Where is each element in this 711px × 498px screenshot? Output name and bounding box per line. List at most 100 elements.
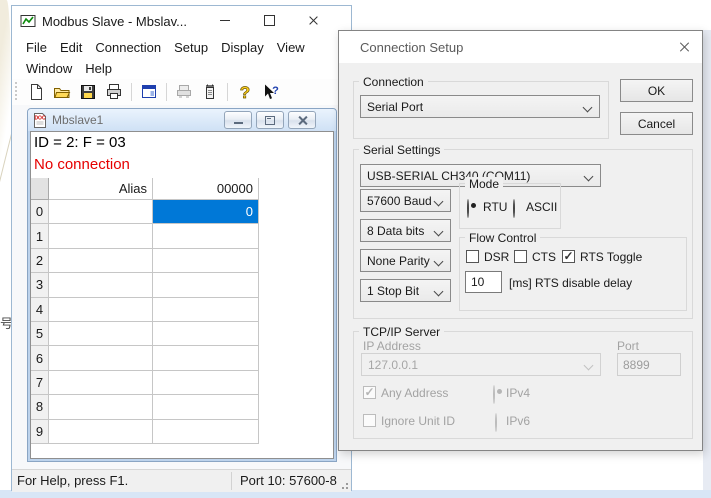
dsr-checkbox-label[interactable]: DSR bbox=[484, 250, 509, 264]
new-document-icon[interactable] bbox=[25, 82, 47, 102]
row-header: 4 bbox=[31, 298, 49, 322]
save-icon[interactable] bbox=[77, 82, 99, 102]
cts-checkbox-label[interactable]: CTS bbox=[532, 250, 556, 264]
ascii-radio[interactable] bbox=[513, 199, 515, 218]
value-cell[interactable] bbox=[153, 420, 259, 444]
svg-text:?: ? bbox=[272, 85, 279, 97]
close-icon bbox=[298, 116, 307, 125]
cts-checkbox[interactable] bbox=[514, 250, 527, 263]
value-cell[interactable] bbox=[153, 273, 259, 297]
alias-cell[interactable] bbox=[49, 322, 153, 346]
connection-group-label: Connection bbox=[359, 75, 428, 89]
menu-item-setup[interactable]: Setup bbox=[174, 40, 208, 55]
print-icon[interactable] bbox=[103, 82, 125, 102]
menu-item-help[interactable]: Help bbox=[85, 61, 112, 76]
chevron-down-icon bbox=[584, 361, 594, 371]
menu-item-connection[interactable]: Connection bbox=[95, 40, 161, 55]
value-cell[interactable] bbox=[153, 322, 259, 346]
parity-combo[interactable]: None Parity bbox=[360, 249, 451, 272]
poll-definition-icon bbox=[173, 82, 195, 102]
menu-item-window[interactable]: Window bbox=[26, 61, 72, 76]
value-cell[interactable] bbox=[153, 224, 259, 248]
table-row: 9 bbox=[31, 420, 333, 444]
value-cell[interactable] bbox=[153, 371, 259, 395]
menu-item-display[interactable]: Display bbox=[221, 40, 264, 55]
value-cell[interactable] bbox=[153, 346, 259, 370]
value-cell-selected[interactable]: 0 bbox=[153, 200, 259, 224]
alias-cell[interactable] bbox=[49, 200, 153, 224]
alias-cell[interactable] bbox=[49, 298, 153, 322]
alias-cell[interactable] bbox=[49, 395, 153, 419]
value-cell[interactable] bbox=[153, 298, 259, 322]
doc-close-button[interactable] bbox=[288, 111, 316, 129]
register-grid: Alias 00000 00123456789 bbox=[31, 178, 333, 444]
status-bar: For Help, press F1. Port 10: 57600-8 bbox=[12, 469, 351, 492]
row-header: 0 bbox=[31, 200, 49, 224]
display-setup-icon[interactable] bbox=[138, 82, 160, 102]
status-port-text: Port 10: 57600-8 bbox=[240, 473, 340, 488]
close-icon bbox=[308, 15, 319, 26]
close-button[interactable] bbox=[296, 6, 330, 34]
table-row: 5 bbox=[31, 322, 333, 346]
data-bits-combo[interactable]: 8 Data bits bbox=[360, 219, 451, 242]
status-divider bbox=[231, 472, 232, 490]
slave-id-function-text: ID = 2: F = 03 bbox=[34, 134, 126, 151]
doc-minimize-button[interactable] bbox=[224, 111, 252, 129]
minimize-button[interactable] bbox=[208, 6, 242, 34]
stop-bits-combo[interactable]: 1 Stop Bit bbox=[360, 279, 451, 302]
doc-titlebar[interactable]: DOC Mbslave1 bbox=[28, 109, 336, 131]
desktop-right-strip bbox=[703, 30, 711, 490]
alias-cell[interactable] bbox=[49, 224, 153, 248]
ignore-unit-id-label: Ignore Unit ID bbox=[381, 414, 455, 428]
maximize-button[interactable] bbox=[252, 6, 286, 34]
connection-type-combo[interactable]: Serial Port bbox=[360, 95, 600, 118]
dialog-title: Connection Setup bbox=[360, 40, 463, 55]
baud-rate-combo[interactable]: 57600 Baud bbox=[360, 189, 451, 212]
dialog-titlebar[interactable]: Connection Setup bbox=[339, 31, 702, 63]
rtu-radio[interactable] bbox=[467, 199, 469, 218]
alias-cell[interactable] bbox=[49, 420, 153, 444]
cancel-button[interactable]: Cancel bbox=[620, 112, 693, 135]
ipv6-radio-label: IPv6 bbox=[506, 414, 530, 428]
alias-cell[interactable] bbox=[49, 371, 153, 395]
context-help-icon[interactable]: ? bbox=[260, 82, 282, 102]
menu-item-file[interactable]: File bbox=[26, 40, 47, 55]
row-header: 8 bbox=[31, 395, 49, 419]
table-row: 3 bbox=[31, 273, 333, 297]
any-address-label: Any Address bbox=[381, 386, 448, 400]
chevron-down-icon bbox=[434, 287, 444, 297]
doc-icon: DOC bbox=[32, 112, 48, 128]
menu-item-view[interactable]: View bbox=[277, 40, 305, 55]
communication-traffic-icon[interactable] bbox=[199, 82, 221, 102]
doc-restore-button[interactable] bbox=[256, 111, 284, 129]
resize-grip[interactable] bbox=[339, 480, 349, 490]
connection-type-value: Serial Port bbox=[367, 100, 423, 114]
alias-cell[interactable] bbox=[49, 249, 153, 273]
row-header: 6 bbox=[31, 346, 49, 370]
rts-toggle-label[interactable]: RTS Toggle bbox=[580, 250, 642, 264]
main-titlebar[interactable]: Modbus Slave - Mbslav... bbox=[12, 6, 351, 36]
dsr-checkbox[interactable] bbox=[466, 250, 479, 263]
ip-address-label: IP Address bbox=[363, 339, 421, 353]
port-label: Port bbox=[617, 339, 639, 353]
parity-value: None Parity bbox=[367, 254, 430, 268]
help-icon[interactable]: ? bbox=[234, 82, 256, 102]
rts-toggle-checkbox[interactable]: ✓ bbox=[562, 250, 575, 263]
doc-window-title: Mbslave1 bbox=[52, 113, 103, 127]
row-header: 9 bbox=[31, 420, 49, 444]
menu-item-edit[interactable]: Edit bbox=[60, 40, 82, 55]
ascii-radio-label[interactable]: ASCII bbox=[526, 200, 557, 214]
rtu-radio-label[interactable]: RTU bbox=[483, 200, 507, 214]
rts-disable-delay-label: [ms] RTS disable delay bbox=[509, 276, 632, 290]
rts-disable-delay-input[interactable] bbox=[465, 271, 502, 293]
value-cell[interactable] bbox=[153, 395, 259, 419]
value-cell[interactable] bbox=[153, 249, 259, 273]
chevron-down-icon bbox=[434, 227, 444, 237]
toolbar-grip[interactable] bbox=[15, 82, 17, 102]
alias-cell[interactable] bbox=[49, 346, 153, 370]
ok-button[interactable]: OK bbox=[620, 79, 693, 102]
alias-cell[interactable] bbox=[49, 273, 153, 297]
svg-text:DOC: DOC bbox=[34, 116, 46, 122]
open-file-icon[interactable] bbox=[51, 82, 73, 102]
dialog-close-button[interactable] bbox=[674, 38, 694, 56]
